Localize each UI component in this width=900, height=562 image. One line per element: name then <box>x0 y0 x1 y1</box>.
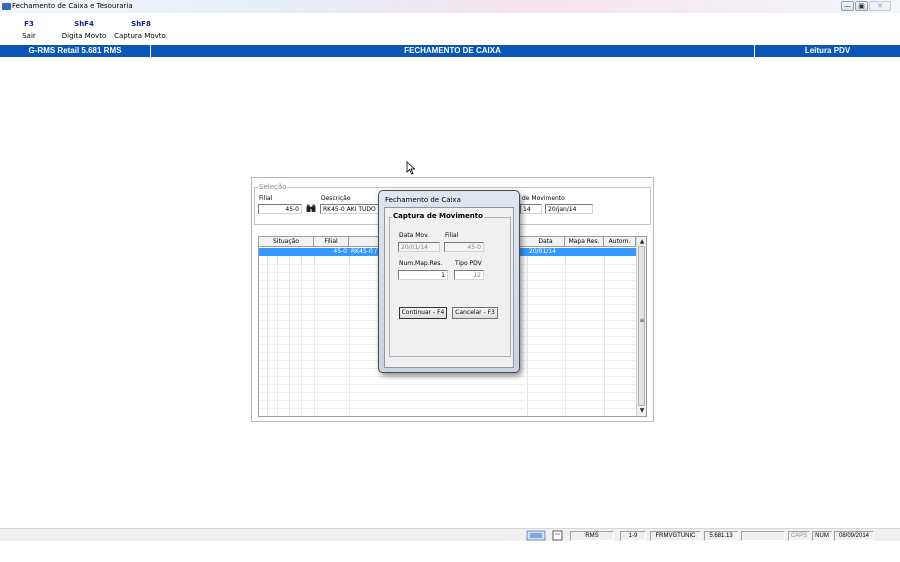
tipo-pdv-field[interactable]: 12 <box>454 270 484 280</box>
window-title-bar: Fechamento de Caixa e Tesouraria — ▣ ✕ <box>0 0 900 13</box>
maximize-button[interactable]: ▣ <box>855 1 868 11</box>
grid-row-line <box>259 384 636 385</box>
dialog-body: Captura de Movimento Data Mov. 20/01/14 … <box>384 207 514 368</box>
scroll-thumb[interactable] <box>638 246 645 406</box>
scroll-up-icon[interactable]: ▲ <box>637 237 646 246</box>
window-title: Fechamento de Caixa e Tesouraria <box>12 2 133 10</box>
fkey-digita-movto[interactable]: ShF4 Digita Movto <box>60 20 108 40</box>
fkey-sair[interactable]: F3 Sair <box>14 20 44 40</box>
status-empty <box>741 531 785 541</box>
column-header-mapa-res[interactable]: Mapa Res. <box>565 237 604 247</box>
grid-row-line <box>259 408 636 409</box>
selection-group-label: Seleção <box>258 183 288 191</box>
status-num: NUM <box>812 531 832 541</box>
network-icon <box>526 530 546 541</box>
status-user: RMS <box>570 531 614 541</box>
column-header-filial[interactable]: Filial <box>314 237 349 247</box>
fkey-code: F3 <box>24 20 34 28</box>
header-system-version: G-RMS Retail 5.681 RMS <box>28 46 122 55</box>
close-button[interactable]: ✕ <box>869 1 891 11</box>
tipo-pdv-label: Tipo PDV <box>455 260 482 267</box>
dialog-filial-field: 45-0 <box>444 242 484 252</box>
status-range: 1-9 <box>620 531 646 541</box>
fkey-label: Sair <box>22 32 36 40</box>
column-header-situacao[interactable]: Situação <box>259 237 314 247</box>
status-caps: CAPS <box>788 531 810 541</box>
minimize-button[interactable]: — <box>841 1 854 11</box>
descricao-field[interactable]: RK45-0 AKI TUDO <box>320 204 380 214</box>
capture-dialog: Fechamento de Caixa Captura de Movimento… <box>378 190 520 373</box>
scroll-down-icon[interactable]: ▼ <box>637 406 646 415</box>
data-movimento-field-a[interactable]: 14 <box>520 204 542 214</box>
capture-group-label: Captura de Movimento <box>392 212 484 220</box>
column-header-data[interactable]: Data <box>527 237 565 247</box>
cancelar-button[interactable]: Cancelar - F3 <box>452 307 498 319</box>
column-header-autom[interactable]: Autom. <box>604 237 636 247</box>
num-map-res-label: Num.Map.Res. <box>399 260 443 267</box>
dialog-title: Fechamento de Caixa <box>385 196 461 204</box>
status-bar: RMS 1-9 FRMVGTUNIC 5.681.13 CAPS NUM 08/… <box>0 528 900 541</box>
data-movimento-label: de Movimento <box>522 195 565 202</box>
num-map-res-field[interactable]: 1 <box>398 270 448 280</box>
status-date: 08/09/2014 <box>834 531 874 541</box>
dialog-filial-label: Filial <box>445 232 459 239</box>
filial-label: Filial <box>259 195 273 202</box>
scroll-grip-icon: ≡ <box>639 317 645 324</box>
data-mov-label: Data Mov. <box>399 232 430 239</box>
data-mov-field: 20/01/14 <box>398 242 440 252</box>
mouse-cursor-icon <box>406 161 416 175</box>
cell-filial: 45-0 <box>333 248 347 255</box>
fkey-label: Captura Movto. <box>114 32 168 40</box>
header-screen-title: FECHAMENTO DE CAIXA <box>404 46 501 55</box>
data-movimento-field-b[interactable]: 20/jan/14 <box>545 204 593 214</box>
continuar-button[interactable]: Continuar - F4 <box>399 307 447 319</box>
cell-data: 20/01/14 <box>529 248 556 255</box>
function-key-toolbar: F3 Sair ShF4 Digita Movto ShF8 Captura M… <box>0 13 900 45</box>
document-icon <box>552 530 563 541</box>
fkey-captura-movto[interactable]: ShF8 Captura Movto. <box>113 20 169 40</box>
header-mode: Leitura PDV <box>804 46 851 55</box>
grid-row-line <box>259 392 636 393</box>
fkey-code: ShF4 <box>74 20 94 28</box>
descricao-label: Descrição <box>321 195 351 202</box>
binoculars-icon[interactable] <box>306 204 316 213</box>
module-header: G-RMS Retail 5.681 RMS FECHAMENTO DE CAI… <box>0 45 900 57</box>
grid-row-line <box>259 400 636 401</box>
grid-vertical-scrollbar[interactable]: ▲ ≡ ▼ <box>636 237 646 416</box>
filial-field[interactable]: 45-0 <box>258 204 302 214</box>
status-version: 5.681.13 <box>704 531 738 541</box>
status-form: FRMVGTUNIC <box>650 531 701 541</box>
app-icon <box>2 3 11 10</box>
fkey-label: Digita Movto <box>61 32 107 40</box>
fkey-code: ShF8 <box>131 20 151 28</box>
grid-row-line <box>259 376 636 377</box>
